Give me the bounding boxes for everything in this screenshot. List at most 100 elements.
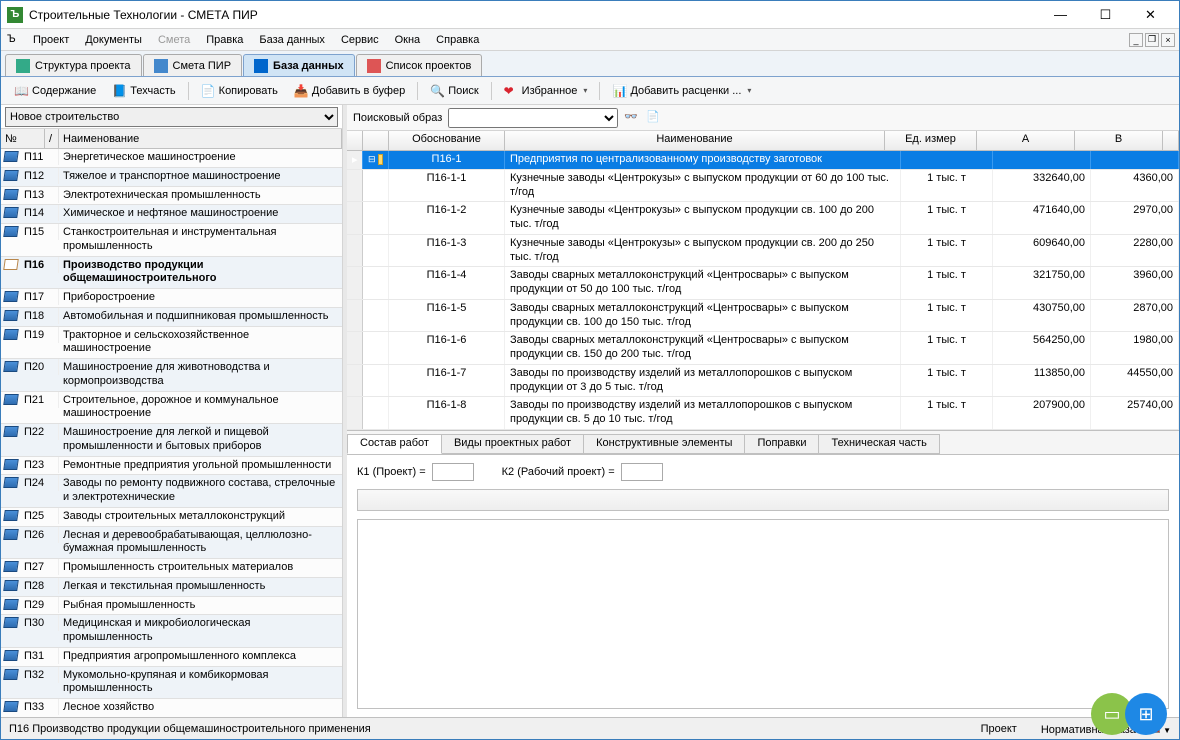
detail-tab-3[interactable]: Поправки [744, 434, 819, 454]
left-row-П17[interactable]: П17Приборостроение [1, 289, 342, 308]
menu-сервис[interactable]: Сервис [333, 31, 387, 49]
book-icon [3, 170, 19, 181]
book-icon [3, 477, 19, 488]
grid-row[interactable]: П16-1-6Заводы сварных металлоконструкций… [347, 332, 1179, 365]
left-row-П24[interactable]: П24Заводы по ремонту подвижного состава,… [1, 475, 342, 508]
grid-header-b[interactable]: B [1075, 131, 1163, 150]
menubar: Ъ ПроектДокументыСметаПравкаБаза данныхС… [1, 29, 1179, 51]
mdi-minimize-button[interactable]: _ [1129, 33, 1143, 47]
left-row-П30[interactable]: П30Медицинская и микробиологическая пром… [1, 615, 342, 648]
detail-textarea[interactable] [357, 519, 1169, 709]
left-list[interactable]: П11Энергетическое машиностроениеП12Тяжел… [1, 149, 342, 717]
toolbar-поиск[interactable]: 🔍Поиск [423, 80, 485, 102]
doctab-список-проектов[interactable]: Список проектов [356, 54, 483, 76]
left-row-П18[interactable]: П18Автомобильная и подшипниковая промышл… [1, 308, 342, 327]
detail-tab-2[interactable]: Конструктивные элементы [583, 434, 745, 454]
book-icon [3, 259, 19, 270]
left-row-П20[interactable]: П20Машиностроение для животноводства и к… [1, 359, 342, 392]
doctab-база-данных[interactable]: База данных [243, 54, 355, 76]
row-marker [347, 235, 363, 267]
left-row-П29[interactable]: П29Рыбная промышленность [1, 597, 342, 616]
windows-icon: ⊞ [1125, 693, 1167, 735]
grid-row[interactable]: П16-1-4Заводы сварных металлоконструкций… [347, 267, 1179, 300]
left-row-П16[interactable]: П16Производство продукции общемашиностро… [1, 257, 342, 290]
grid-row[interactable]: П16-1-5Заводы сварных металлоконструкций… [347, 300, 1179, 333]
toolbar-separator [491, 82, 492, 100]
left-row-П21[interactable]: П21Строительное, дорожное и коммунальное… [1, 392, 342, 425]
left-row-П25[interactable]: П25Заводы строительных металлоконструкци… [1, 508, 342, 527]
grid-row[interactable]: П16-1-7Заводы по производству изделий из… [347, 365, 1179, 398]
book-icon: 📖 [14, 84, 28, 98]
composition-listbox[interactable] [357, 489, 1169, 511]
titlebar: Ъ Строительные Технологии - СМЕТА ПИР — … [1, 1, 1179, 29]
left-row-П15[interactable]: П15Станкостроительная и инструментальная… [1, 224, 342, 257]
left-row-П22[interactable]: П22Машиностроение для легкой и пищевой п… [1, 424, 342, 457]
book-icon [3, 617, 19, 628]
grid-header-obos[interactable]: Обоснование [389, 131, 505, 150]
left-row-П13[interactable]: П13Электротехническая промышленность [1, 187, 342, 206]
grid-row[interactable]: П16-1-8Заводы по производству изделий из… [347, 397, 1179, 430]
minimize-button[interactable]: — [1038, 4, 1083, 26]
toolbar-копировать[interactable]: 📄Копировать [194, 80, 285, 102]
row-marker: ▸ [347, 151, 363, 169]
toolbar-техчасть[interactable]: 📘Техчасть [105, 80, 182, 102]
detail-tab-4[interactable]: Техническая часть [818, 434, 939, 454]
construction-type-select[interactable]: Новое строительство [5, 107, 338, 127]
left-header-name[interactable]: Наименование [59, 129, 342, 148]
binoculars-icon[interactable]: 👓 [624, 110, 640, 126]
status-text: П16 Производство продукции общемашиностр… [9, 723, 371, 735]
menu-справка[interactable]: Справка [428, 31, 487, 49]
grid-row[interactable]: П16-1-3Кузнечные заводы «Центрокузы» с в… [347, 235, 1179, 268]
grid-row[interactable]: ▸⊟П16-1Предприятия по централизованному … [347, 151, 1179, 170]
left-row-П12[interactable]: П12Тяжелое и транспортное машиностроение [1, 168, 342, 187]
menu-база данных[interactable]: База данных [251, 31, 333, 49]
maximize-button[interactable]: ☐ [1083, 4, 1128, 26]
collapse-icon[interactable]: ⊟ [368, 154, 376, 165]
menu-окна[interactable]: Окна [387, 31, 429, 49]
search-label: Поисковый образ [353, 112, 442, 124]
toolbar-избранное[interactable]: ❤Избранное [497, 80, 595, 102]
detail-tab-1[interactable]: Виды проектных работ [441, 434, 584, 454]
detail-tabs: Состав работВиды проектных работКонструк… [347, 431, 1179, 455]
doctab-смета-пир[interactable]: Смета ПИР [143, 54, 243, 76]
close-button[interactable]: ✕ [1128, 4, 1173, 26]
menu-документы[interactable]: Документы [77, 31, 150, 49]
left-row-П31[interactable]: П31Предприятия агропромышленного комплек… [1, 648, 342, 667]
left-header-sort[interactable]: / [45, 129, 59, 148]
left-row-П11[interactable]: П11Энергетическое машиностроение [1, 149, 342, 168]
book-icon [3, 394, 19, 405]
left-row-П26[interactable]: П26Лесная и деревообрабатывающая, целлюл… [1, 527, 342, 560]
k2-label: К2 (Рабочий проект) = [502, 466, 615, 478]
search-combo[interactable] [448, 108, 618, 128]
k1-input[interactable] [432, 463, 474, 481]
grid-header-tree [363, 131, 389, 150]
mdi-close-button[interactable]: × [1161, 33, 1175, 47]
toolbar-добавить-расценки-[interactable]: 📊Добавить расценки ... [605, 80, 758, 102]
left-row-П27[interactable]: П27Промышленность строительных материало… [1, 559, 342, 578]
left-header-num[interactable]: № [1, 129, 45, 148]
toolbar-содержание[interactable]: 📖Содержание [7, 80, 103, 102]
menu-правка[interactable]: Правка [198, 31, 251, 49]
grid-row[interactable]: П16-1-2Кузнечные заводы «Центрокузы» с в… [347, 202, 1179, 235]
mdi-restore-button[interactable]: ❐ [1145, 33, 1159, 47]
left-row-П33[interactable]: П33Лесное хозяйство [1, 699, 342, 717]
k2-input[interactable] [621, 463, 663, 481]
grid-header-ed[interactable]: Ед. измер [885, 131, 977, 150]
toolbar-добавить-в-буфер[interactable]: 📥Добавить в буфер [287, 80, 412, 102]
doctab-структура-проекта[interactable]: Структура проекта [5, 54, 142, 76]
filter-clear-icon[interactable]: 📄 [646, 110, 662, 126]
detail-body: К1 (Проект) = К2 (Рабочий проект) = [347, 455, 1179, 717]
menu-проект[interactable]: Проект [25, 31, 77, 49]
left-row-П32[interactable]: П32Мукомольно-крупяная и комбикормовая п… [1, 667, 342, 700]
grid-header-scroll [1163, 131, 1179, 150]
left-row-П23[interactable]: П23Ремонтные предприятия угольной промыш… [1, 457, 342, 476]
grid-body[interactable]: ▸⊟П16-1Предприятия по централизованному … [347, 151, 1179, 430]
left-grid-header: № / Наименование [1, 129, 342, 149]
detail-tab-0[interactable]: Состав работ [347, 434, 442, 454]
left-row-П28[interactable]: П28Легкая и текстильная промышленность [1, 578, 342, 597]
grid-header-a[interactable]: A [977, 131, 1075, 150]
left-row-П14[interactable]: П14Химическое и нефтяное машиностроение [1, 205, 342, 224]
left-row-П19[interactable]: П19Тракторное и сельскохозяйственное маш… [1, 327, 342, 360]
grid-row[interactable]: П16-1-1Кузнечные заводы «Центрокузы» с в… [347, 170, 1179, 203]
grid-header-name[interactable]: Наименование [505, 131, 885, 150]
